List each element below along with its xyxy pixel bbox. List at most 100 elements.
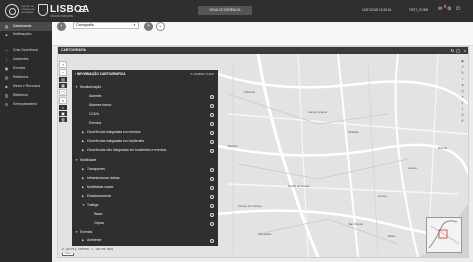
layer-toggle[interactable] (210, 176, 214, 181)
layer-group-monitoring[interactable]: ▼ Monitorização (72, 83, 218, 92)
layer-toggle[interactable] (210, 139, 214, 144)
hamburger-menu-icon[interactable] (79, 6, 86, 13)
sidebar-item-resources[interactable]: ■ Meios e Recursos (0, 82, 52, 91)
overview-minimap[interactable] (426, 217, 462, 253)
panel-title: CARTOGRAFIA (61, 48, 86, 52)
eraser-icon[interactable]: ◐ (460, 101, 465, 105)
map-right-toolbar: ◈ ↗ ✎ ○ ● ⬠ ≡ ◐ i ⚲ ✐ (460, 59, 465, 125)
layer-item[interactable]: ▶ Ocorrências integradas em eventos (72, 128, 218, 137)
layer-item[interactable]: ▶ Transportes (72, 165, 218, 174)
panel-header: CARTOGRAFIA ↻ ▢ × (58, 47, 468, 54)
layer-toggle[interactable] (210, 194, 214, 199)
layer-toggle[interactable] (210, 167, 214, 172)
dashboard-icon: ▦ (4, 24, 9, 29)
layer-item[interactable]: ▶ Ocorrências integradas em Incidentes (72, 137, 218, 146)
settings-icon[interactable]: ⚙ (447, 7, 452, 12)
chevron-right-icon: ▶ (82, 130, 85, 134)
sidebar-item-incidents[interactable]: ! Incidentes (0, 55, 52, 64)
layer-toggle[interactable] (210, 238, 214, 243)
close-icon[interactable]: × (464, 47, 466, 54)
chevron-right-icon: ▶ (82, 167, 85, 171)
layer-item[interactable]: Eventos (72, 119, 218, 128)
ruler-icon[interactable]: ≡ (460, 95, 465, 99)
compass-icon[interactable]: ◈ (460, 59, 465, 63)
map-label: Campo de Ourique (238, 204, 262, 208)
layer-toggle[interactable] (210, 121, 214, 126)
sidebar-item-create-occurrence[interactable]: + Criar Ocorrência (0, 46, 52, 55)
new-occurrence-button[interactable]: NOVA OCORRÊNCIA (198, 6, 252, 15)
layer-item[interactable]: ▶ Estacionamento (72, 192, 218, 201)
map-panel: CARTOGRAFIA ↻ ▢ × Telheiras Alvalade Are… (57, 46, 469, 258)
layer-item[interactable]: ▶ Infraestruturas viárias (72, 174, 218, 183)
datetime: 12/07/2018 13:45:16 (362, 8, 392, 12)
view-select[interactable]: Cartografia ▼ (73, 22, 139, 29)
layer-item[interactable]: ▶ Mobilidade suave (72, 183, 218, 192)
search-icon[interactable]: ⌕ (59, 97, 67, 104)
map-left-toolbar: + − ▤ ▦ ▢ ⌕ ⌂ ▣ ▥ (59, 61, 67, 123)
pin-icon[interactable]: ⚲ (460, 113, 465, 117)
print-icon[interactable]: ▣ (59, 111, 67, 116)
layer-item[interactable]: Alarmes inteco (72, 101, 218, 110)
chevron-right-icon: ▶ (82, 176, 85, 180)
info-icon[interactable]: i (460, 107, 465, 111)
layer-item[interactable]: CCM's (72, 110, 218, 119)
layer-item[interactable]: ▼ Tráfego (72, 201, 218, 210)
sidebar-item-reports[interactable]: ▤ Relatórios (0, 73, 52, 82)
layer-toggle[interactable] (210, 212, 214, 217)
chevron-down-icon: ▼ (133, 23, 136, 27)
layer-item[interactable]: Alarmes (72, 92, 218, 101)
maximize-icon[interactable]: ▢ (456, 47, 460, 54)
layer-toggle[interactable] (210, 112, 214, 117)
map-label: Arroios (378, 194, 387, 198)
map-label: Belém (388, 234, 396, 238)
map-canvas[interactable]: Telheiras Alvalade Areeiro Penha de Fran… (58, 54, 468, 257)
layer-toggle[interactable] (210, 185, 214, 190)
scale-bar: 500 m (62, 253, 74, 256)
username[interactable]: TEST_COI05 (409, 8, 428, 12)
layer-item[interactable]: Cepsa (72, 219, 218, 228)
add-button[interactable]: + (144, 22, 153, 31)
logout-icon[interactable]: ⏻ (456, 7, 461, 12)
chevron-right-icon: ▶ (82, 185, 85, 189)
sidebar: ▦ Dashboards ▲ Notificações + Criar Ocorrên… (0, 22, 52, 262)
chat-icon[interactable]: ✉ 1 (438, 5, 446, 12)
zoom-out-button[interactable]: − (59, 69, 67, 76)
clear-all-button[interactable]: ↻ LIMPAR TUDO (190, 72, 214, 76)
layer-item[interactable]: Waze (72, 210, 218, 219)
circle-icon[interactable]: ○ (460, 77, 465, 81)
layer-toggle[interactable] (210, 148, 214, 153)
zoom-in-button[interactable]: + (59, 61, 67, 68)
top-bar: CENTRO DE OPERAÇÕES INTEGRADO LISBOA CÂM… (0, 0, 473, 22)
rectangle-select-icon[interactable]: ▢ (59, 89, 67, 96)
layer-toggle[interactable] (210, 130, 214, 135)
polygon-icon[interactable]: ⬠ (460, 89, 465, 93)
lisboa-logo-subtitle: CÂMARA MUNICIPAL (50, 15, 74, 18)
sidebar-item-notifications[interactable]: ▲ Notificações (0, 30, 52, 39)
layer-item[interactable]: ▶ Ambiente (72, 236, 218, 245)
sidebar-item-settings[interactable]: ⚙ Entrepatamento (0, 100, 52, 109)
sidebar-item-events[interactable]: ▣ Eventos (0, 64, 52, 73)
layer-toggle[interactable] (210, 103, 214, 108)
point-icon[interactable]: ● (460, 83, 465, 87)
grid-icon[interactable]: ▦ (59, 83, 67, 88)
trash-icon[interactable]: ▥ (59, 117, 67, 122)
map-label: Areeiro (408, 166, 418, 170)
layer-toggle[interactable] (210, 203, 214, 208)
refresh-icon[interactable]: ↻ (451, 47, 454, 54)
map-label: São Vicente (348, 222, 364, 226)
gear-icon: ⚙ (4, 102, 9, 107)
layer-toggle[interactable] (210, 221, 214, 226)
layer-group-mobility[interactable]: ▼ Mobilidade (72, 156, 218, 165)
layer-toggle[interactable] (210, 94, 214, 99)
edit-icon[interactable]: ✐ (460, 119, 465, 123)
book-icon: ▥ (4, 93, 9, 98)
back-button[interactable]: ‹ (57, 22, 66, 31)
pen-icon[interactable]: ✎ (460, 71, 465, 75)
bell-icon: ▲ (4, 32, 9, 37)
layers-icon[interactable]: ▤ (59, 77, 67, 82)
sidebar-item-library[interactable]: ▥ Biblioteca (0, 91, 52, 100)
home-icon[interactable]: ⌂ (59, 105, 67, 110)
expand-button[interactable]: ⌄ (156, 22, 165, 31)
layer-item[interactable]: ▶ Ocorrências não integradas em incidente… (72, 146, 218, 155)
arrow-icon[interactable]: ↗ (460, 65, 465, 69)
